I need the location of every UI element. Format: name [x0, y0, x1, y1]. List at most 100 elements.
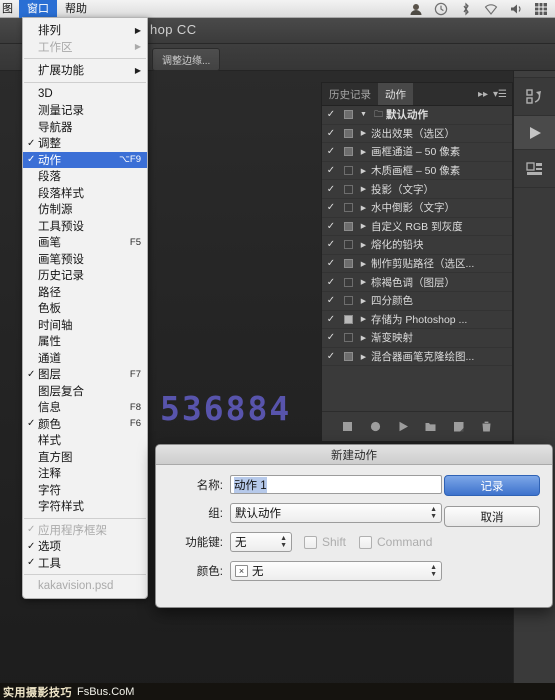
- play-button[interactable]: [398, 421, 409, 432]
- menu-item[interactable]: 画笔预设: [23, 251, 147, 268]
- menu-item[interactable]: 直方图: [23, 449, 147, 466]
- action-row[interactable]: ✓▶自定义 RGB 到灰度: [322, 218, 512, 237]
- menubar-item-window[interactable]: 窗口: [19, 0, 57, 18]
- stop-button[interactable]: [342, 421, 353, 432]
- menu-item[interactable]: 扩展功能▶: [23, 62, 147, 79]
- user-avatar-icon[interactable]: [409, 2, 423, 16]
- action-dialog-toggle-icon[interactable]: [340, 185, 356, 194]
- menu-item[interactable]: 段落样式: [23, 185, 147, 202]
- action-row[interactable]: ✓▶熔化的铅块: [322, 236, 512, 255]
- volume-icon[interactable]: [509, 2, 523, 16]
- action-toggle-check-icon[interactable]: ✓: [322, 128, 340, 139]
- dock-item-actions[interactable]: [514, 116, 555, 150]
- panel-menu-icon[interactable]: ▾☰: [493, 89, 507, 100]
- chevron-right-icon[interactable]: ▶: [356, 241, 371, 249]
- command-checkbox[interactable]: Command: [359, 535, 432, 549]
- chevron-right-icon[interactable]: ▶: [356, 185, 371, 193]
- menu-item[interactable]: ✓动作⌥F9: [23, 152, 147, 169]
- menu-item[interactable]: 样式: [23, 432, 147, 449]
- menu-item[interactable]: 测量记录: [23, 102, 147, 119]
- action-dialog-toggle-icon[interactable]: [340, 166, 356, 175]
- action-row[interactable]: ✓▶混合器画笔克隆绘图...: [322, 348, 512, 367]
- menu-item[interactable]: 属性: [23, 333, 147, 350]
- action-set-row[interactable]: ✓▼🗀默认动作: [322, 106, 512, 125]
- menu-item[interactable]: 画笔F5: [23, 234, 147, 251]
- action-row[interactable]: ✓▶水中倒影（文字）: [322, 199, 512, 218]
- name-input[interactable]: 动作 1: [230, 475, 442, 494]
- double-chevron-right-icon[interactable]: ▸▸: [478, 89, 488, 100]
- action-toggle-check-icon[interactable]: ✓: [322, 314, 340, 325]
- record-button[interactable]: 记录: [444, 475, 540, 496]
- menu-item[interactable]: 通道: [23, 350, 147, 367]
- new-set-button[interactable]: [425, 421, 436, 432]
- action-row[interactable]: ✓▶棕褐色调（图层）: [322, 273, 512, 292]
- tab-history[interactable]: 历史记录: [322, 83, 378, 105]
- chevron-right-icon[interactable]: ▶: [356, 222, 371, 230]
- dock-item-history[interactable]: [514, 78, 555, 116]
- action-toggle-check-icon[interactable]: ✓: [322, 332, 340, 343]
- menu-item[interactable]: 时间轴: [23, 317, 147, 334]
- chevron-right-icon[interactable]: ▶: [356, 129, 371, 137]
- menu-item[interactable]: 工具预设: [23, 218, 147, 235]
- actions-list[interactable]: ✓▼🗀默认动作✓▶淡出效果（选区）✓▶画框通道 – 50 像素✓▶木质画框 – …: [322, 106, 512, 411]
- action-row[interactable]: ✓▶渐变映射: [322, 329, 512, 348]
- action-toggle-check-icon[interactable]: ✓: [322, 109, 340, 120]
- action-row[interactable]: ✓▶画框通道 – 50 像素: [322, 143, 512, 162]
- action-toggle-check-icon[interactable]: ✓: [322, 277, 340, 288]
- action-toggle-check-icon[interactable]: ✓: [322, 202, 340, 213]
- tab-actions[interactable]: 动作: [378, 83, 413, 105]
- action-dialog-toggle-icon[interactable]: [340, 110, 356, 119]
- action-dialog-toggle-icon[interactable]: [340, 203, 356, 212]
- menu-item[interactable]: ✓调整: [23, 135, 147, 152]
- menu-item[interactable]: ✓颜色F6: [23, 416, 147, 433]
- chevron-right-icon[interactable]: ▶: [356, 353, 371, 361]
- menu-item[interactable]: ✓选项: [23, 538, 147, 555]
- action-dialog-toggle-icon[interactable]: [340, 240, 356, 249]
- action-toggle-check-icon[interactable]: ✓: [322, 239, 340, 250]
- action-toggle-check-icon[interactable]: ✓: [322, 184, 340, 195]
- action-toggle-check-icon[interactable]: ✓: [322, 146, 340, 157]
- menu-item[interactable]: 3D: [23, 86, 147, 103]
- action-dialog-toggle-icon[interactable]: [340, 352, 356, 361]
- shift-checkbox[interactable]: Shift: [304, 535, 346, 549]
- action-toggle-check-icon[interactable]: ✓: [322, 295, 340, 306]
- input-source-icon[interactable]: [534, 2, 548, 16]
- action-dialog-toggle-icon[interactable]: [340, 278, 356, 287]
- menu-item[interactable]: ✓图层F7: [23, 366, 147, 383]
- cancel-button[interactable]: 取消: [444, 506, 540, 527]
- refine-edge-button[interactable]: 调整边缘...: [152, 48, 220, 71]
- chevron-right-icon[interactable]: ▶: [356, 334, 371, 342]
- chevron-right-icon[interactable]: ▶: [356, 260, 371, 268]
- action-toggle-check-icon[interactable]: ✓: [322, 221, 340, 232]
- new-action-button[interactable]: [453, 421, 464, 432]
- action-row[interactable]: ✓▶淡出效果（选区）: [322, 125, 512, 144]
- action-dialog-toggle-icon[interactable]: [340, 147, 356, 156]
- menubar-item-help[interactable]: 帮助: [57, 0, 95, 18]
- menu-item[interactable]: 仿制源: [23, 201, 147, 218]
- action-dialog-toggle-icon[interactable]: [340, 129, 356, 138]
- action-dialog-toggle-icon[interactable]: [340, 296, 356, 305]
- chevron-right-icon[interactable]: ▶: [356, 204, 371, 212]
- action-row[interactable]: ✓▶木质画框 – 50 像素: [322, 162, 512, 181]
- menu-item[interactable]: 历史记录: [23, 267, 147, 284]
- menu-item[interactable]: 信息F8: [23, 399, 147, 416]
- action-toggle-check-icon[interactable]: ✓: [322, 165, 340, 176]
- chevron-right-icon[interactable]: ▶: [356, 297, 371, 305]
- action-row[interactable]: ✓▶四分颜色: [322, 292, 512, 311]
- action-toggle-check-icon[interactable]: ✓: [322, 351, 340, 362]
- delete-button[interactable]: [481, 421, 492, 432]
- menu-item[interactable]: 排列▶: [23, 22, 147, 39]
- chevron-down-icon[interactable]: ▼: [356, 111, 371, 118]
- menu-item[interactable]: ✓工具: [23, 555, 147, 572]
- menu-item[interactable]: 注释: [23, 465, 147, 482]
- fkey-select[interactable]: 无 ▲▼: [230, 532, 292, 552]
- action-dialog-toggle-icon[interactable]: [340, 315, 356, 324]
- menu-item[interactable]: 图层复合: [23, 383, 147, 400]
- dock-item-properties[interactable]: [514, 150, 555, 188]
- menu-item[interactable]: 字符样式: [23, 498, 147, 515]
- chevron-right-icon[interactable]: ▶: [356, 278, 371, 286]
- menubar-item-view[interactable]: 图: [0, 0, 19, 18]
- menu-item[interactable]: 字符: [23, 482, 147, 499]
- action-dialog-toggle-icon[interactable]: [340, 259, 356, 268]
- group-select[interactable]: 默认动作 ▲▼: [230, 503, 442, 523]
